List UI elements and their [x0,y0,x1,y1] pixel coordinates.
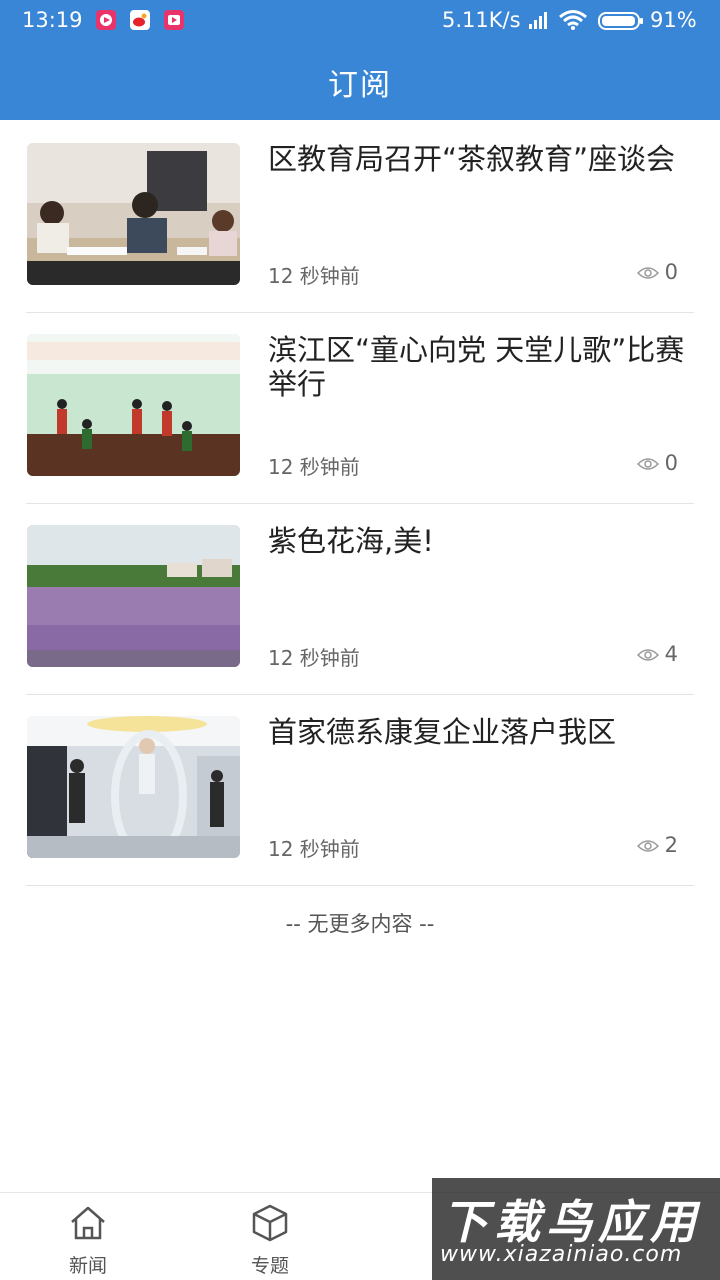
cube-icon [252,1204,288,1242]
battery-icon [598,12,643,30]
tab-topics[interactable]: 专题 [210,1193,330,1280]
news-title[interactable]: 首家德系康复企业落户我区 [268,715,688,749]
view-count-value: 2 [664,833,678,857]
network-speed: 5.11K/s [442,8,521,32]
signal-icon [529,12,547,29]
page-title: 订阅 [328,68,392,103]
status-bar: 13:19 5.11K/s 91% [0,0,720,40]
news-time: 12 秒钟前 [268,264,360,288]
news-time: 12 秒钟前 [268,646,360,670]
eye-icon [636,458,659,470]
home-icon [71,1206,105,1240]
view-count-value: 4 [664,642,678,666]
view-count-value: 0 [664,260,678,284]
view-count: 0 [636,451,678,475]
wifi-icon [559,10,587,30]
news-title[interactable]: 区教育局召开“茶叙教育”座谈会 [268,142,688,176]
video-app-icon [96,10,116,30]
news-item[interactable]: 首家德系康复企业落户我区 12 秒钟前 2 [26,695,694,886]
view-count: 0 [636,260,678,284]
app-header: 订阅 [0,40,720,120]
eye-icon [636,267,659,279]
battery-percent: 91% [650,8,697,32]
weibo-icon [130,10,150,30]
news-thumbnail-flowers[interactable] [27,525,240,667]
watermark: 下载鸟应用 www.xiazainiao.com [432,1178,720,1280]
news-title[interactable]: 滨江区“童心向党 天堂儿歌”比赛举行 [268,333,688,401]
news-time: 12 秒钟前 [268,837,360,861]
video-app-icon [164,10,184,30]
eye-icon [636,840,659,852]
tab-news-label: 新闻 [68,1255,107,1277]
news-thumbnail-rehabilitation[interactable] [27,716,240,858]
news-item[interactable]: 紫色花海,美! 12 秒钟前 4 [26,504,694,695]
view-count: 2 [636,833,678,857]
news-time: 12 秒钟前 [268,455,360,479]
end-of-list-text: -- 无更多内容 -- [285,912,435,936]
view-count-value: 0 [664,451,678,475]
news-thumbnail-meeting[interactable] [27,143,240,285]
news-thumbnail-performance[interactable] [27,334,240,476]
tab-news[interactable]: 新闻 [28,1193,148,1280]
watermark-url: www.xiazainiao.com [440,1242,683,1267]
news-item[interactable]: 区教育局召开“茶叙教育”座谈会 12 秒钟前 0 [26,122,694,313]
tab-topics-label: 专题 [250,1255,289,1277]
news-title[interactable]: 紫色花海,美! [268,524,688,558]
status-time: 13:19 [22,8,83,32]
view-count: 4 [636,642,678,666]
news-item[interactable]: 滨江区“童心向党 天堂儿歌”比赛举行 12 秒钟前 0 [26,313,694,504]
eye-icon [636,649,659,661]
